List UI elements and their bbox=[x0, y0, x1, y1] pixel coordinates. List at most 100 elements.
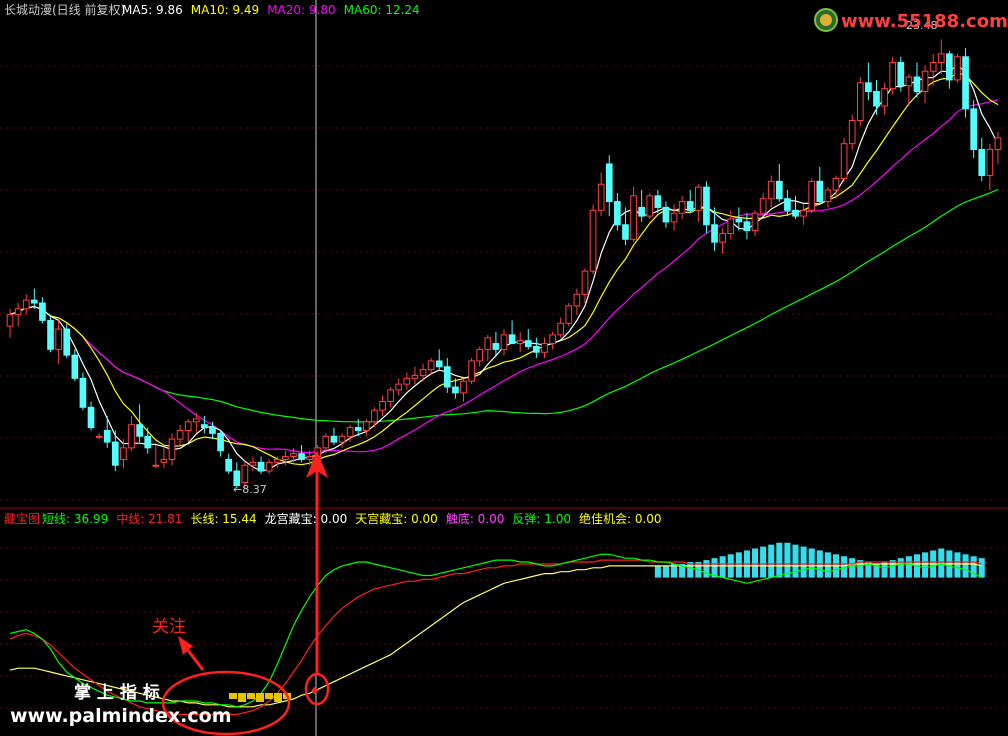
candle-body bbox=[273, 458, 281, 463]
candle-body bbox=[338, 435, 346, 443]
watermark-top: www.55188.com bbox=[841, 11, 1008, 32]
candle-body bbox=[881, 88, 888, 107]
candle-body bbox=[79, 377, 87, 408]
candle-body bbox=[889, 62, 897, 90]
legend-item: 龙宫藏宝: 0.00 bbox=[265, 511, 348, 526]
candle-body bbox=[856, 82, 864, 121]
candle-body bbox=[743, 221, 751, 232]
stock-title: 长城动漫(日线 前复权) bbox=[4, 2, 125, 17]
candle-body bbox=[14, 308, 22, 316]
candle-body bbox=[929, 62, 937, 72]
watermark-line1: 掌 上 指 标 bbox=[74, 682, 160, 703]
candle-body bbox=[330, 435, 338, 443]
candle-body bbox=[638, 206, 645, 217]
indicator-bar bbox=[897, 558, 904, 578]
watermark-line2: www.palmindex.com bbox=[10, 705, 232, 727]
candle-body bbox=[257, 461, 265, 472]
candle-body bbox=[784, 198, 791, 211]
indicator-bar bbox=[889, 560, 896, 578]
legend-item: 绝佳机会: 0.00 bbox=[579, 511, 662, 526]
indicator-bar bbox=[654, 565, 661, 578]
candle-body bbox=[282, 456, 289, 460]
indicator-bar bbox=[849, 558, 856, 578]
candle-body bbox=[897, 62, 905, 87]
candle-body bbox=[452, 386, 459, 394]
candle-body bbox=[646, 195, 654, 217]
candle-body bbox=[524, 340, 532, 347]
candle-body bbox=[152, 464, 160, 467]
candle-body bbox=[443, 366, 451, 388]
signal-block bbox=[238, 693, 246, 702]
candle-body bbox=[47, 319, 54, 350]
candle-body bbox=[427, 360, 435, 371]
candle-body bbox=[654, 195, 662, 208]
candle-body bbox=[322, 435, 330, 449]
low-price-label: ←8.37 bbox=[233, 483, 267, 496]
candle-body bbox=[500, 334, 508, 350]
candle-body bbox=[168, 438, 176, 460]
signal-blocks bbox=[229, 693, 291, 702]
ma-legend: MA5: 9.86 MA10: 9.49 MA20: 9.80 MA60: 12.24 bbox=[122, 3, 420, 17]
candle-body bbox=[541, 343, 548, 353]
candle-body bbox=[978, 148, 986, 177]
candle-body bbox=[597, 183, 605, 211]
candle-body bbox=[824, 189, 832, 203]
candle-body bbox=[128, 424, 135, 449]
legend-item: 反弹: 1.00 bbox=[512, 512, 571, 526]
candle-body bbox=[484, 337, 492, 350]
candle-body bbox=[201, 424, 208, 429]
candle-body bbox=[614, 201, 621, 226]
indicator-bar bbox=[703, 560, 710, 578]
candle-body bbox=[298, 453, 305, 460]
candle-body bbox=[411, 374, 419, 379]
indicator-bar bbox=[922, 552, 929, 578]
candle-body bbox=[549, 334, 556, 345]
candle-body bbox=[371, 409, 378, 423]
candle-body bbox=[767, 180, 775, 200]
candle-body bbox=[419, 369, 427, 376]
candle-body bbox=[403, 377, 411, 385]
candle-body bbox=[492, 343, 500, 350]
candle-body bbox=[533, 345, 540, 353]
candle-body bbox=[346, 427, 354, 437]
indicator-bar bbox=[784, 542, 791, 578]
indicator-bar bbox=[938, 548, 945, 578]
candle-body bbox=[217, 432, 224, 452]
candle-body bbox=[670, 212, 678, 223]
candle-body bbox=[290, 453, 297, 458]
candle-body bbox=[800, 209, 807, 217]
indicator-bar bbox=[751, 548, 759, 578]
candle-body bbox=[176, 429, 184, 440]
site-logo: www.55188.com bbox=[814, 8, 1008, 32]
indicator-bar bbox=[735, 552, 742, 578]
signal-block bbox=[265, 693, 273, 699]
signal-marker: ◆ bbox=[311, 685, 319, 696]
candle-body bbox=[727, 218, 735, 234]
legend-item: MA20: 9.80 bbox=[267, 3, 335, 17]
candle-body bbox=[816, 180, 824, 203]
candle-body bbox=[630, 195, 637, 240]
candle-body bbox=[103, 429, 111, 443]
candle-body bbox=[435, 360, 443, 368]
legend-item: 天宫藏宝: 0.00 bbox=[355, 511, 438, 526]
candle-body bbox=[95, 435, 103, 438]
candle-body bbox=[605, 163, 613, 203]
candle-body bbox=[136, 424, 143, 437]
candle-body bbox=[22, 299, 30, 310]
candle-body bbox=[686, 201, 694, 211]
legend-item: 长线: 15.44 bbox=[190, 512, 256, 526]
candle-body bbox=[184, 421, 192, 431]
candle-body bbox=[508, 334, 516, 345]
legend-item: 短线: 36.99 bbox=[42, 512, 108, 526]
indicator-bar bbox=[719, 556, 726, 578]
candle-body bbox=[265, 461, 273, 472]
candle-body bbox=[913, 76, 921, 93]
annotation-label: 关注 bbox=[152, 617, 186, 637]
candle-body bbox=[759, 198, 767, 214]
candle-body bbox=[468, 360, 475, 382]
candle-body bbox=[695, 186, 702, 211]
candle-body bbox=[209, 427, 216, 434]
candle-body bbox=[662, 206, 670, 223]
candle-body bbox=[6, 314, 14, 327]
candle-body bbox=[962, 56, 969, 110]
